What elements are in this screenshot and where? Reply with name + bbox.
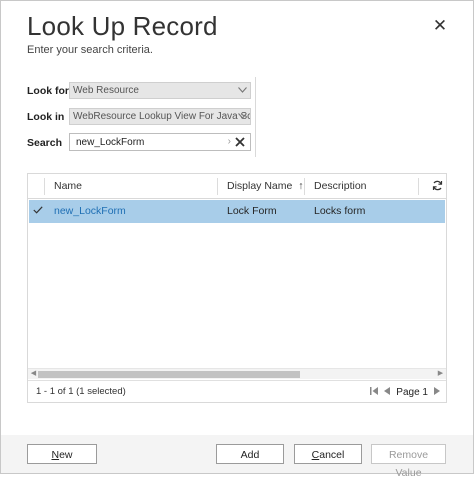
column-header-description[interactable]: Description [314,174,367,198]
column-header-name[interactable]: Name [54,174,82,198]
column-header-display-name-label: Display Name [227,180,293,192]
column-divider [44,178,45,195]
search-value: new_LockForm [76,137,145,148]
look-for-value: Web Resource [73,85,139,96]
dialog-title: Look Up Record [27,11,218,41]
row-description: Locks form [314,205,366,217]
grid-footer: 1 - 1 of 1 (1 selected) Page 1 [28,380,446,402]
add-button[interactable]: Add [216,444,284,464]
search-input[interactable]: new_LockForm › [69,133,251,151]
scroll-left-icon[interactable]: ◀ [29,369,38,379]
check-icon[interactable] [33,200,43,223]
scroll-right-icon[interactable]: ▶ [436,369,445,379]
look-for-label: Look for [27,84,69,97]
chevron-down-icon [237,110,247,122]
first-page-icon[interactable] [370,387,379,397]
search-row: Search [27,134,69,151]
look-in-select[interactable]: WebResource Lookup View For Java Sc [69,108,251,125]
close-icon[interactable] [233,134,247,150]
row-name-link[interactable]: new_LockForm [54,200,126,223]
previous-page-icon[interactable] [384,387,391,397]
chevron-down-icon [237,84,247,96]
column-header-display-name[interactable]: Display Name ↑ [227,174,304,198]
cancel-button[interactable]: Cancel [294,444,362,464]
look-for-select[interactable]: Web Resource [69,82,251,99]
new-button-accesskey: N [51,449,60,461]
row-display-name: Lock Form [227,205,277,217]
search-label: Search [27,136,63,149]
results-grid: Name Display Name ↑ Description new_Lock… [27,173,447,403]
column-divider [304,178,305,195]
look-for-row: Look for [27,82,69,99]
dialog-subtitle: Enter your search criteria. [27,44,153,56]
look-in-label: Look in [27,110,65,123]
next-page-icon[interactable] [434,387,440,397]
search-submit-icon[interactable]: › [228,135,231,148]
look-in-row: Look in [27,108,69,125]
refresh-icon[interactable] [432,180,444,192]
record-count: 1 - 1 of 1 (1 selected) [36,386,126,397]
scrollbar-thumb[interactable] [38,371,300,378]
look-in-value: WebResource Lookup View For Java Sc [73,111,251,122]
new-button[interactable]: New [27,444,97,464]
column-divider [418,178,419,195]
remove-value-button[interactable]: Remove Value [371,444,446,479]
page-indicator: Page 1 [396,386,428,398]
lookup-dialog: Look Up Record ✕ Enter your search crite… [0,0,474,479]
form-divider [255,77,256,157]
horizontal-scrollbar[interactable]: ◀ ▶ [28,368,446,379]
table-row[interactable]: new_LockForm Lock Form Locks form [29,200,445,223]
close-icon[interactable]: ✕ [431,17,449,35]
sort-ascending-icon: ↑ [298,180,304,192]
cancel-button-label: ancel [319,449,345,461]
new-button-label: ew [59,449,73,461]
pager: Page 1 [370,381,440,403]
grid-header: Name Display Name ↑ Description [28,174,446,199]
column-divider [217,178,218,195]
